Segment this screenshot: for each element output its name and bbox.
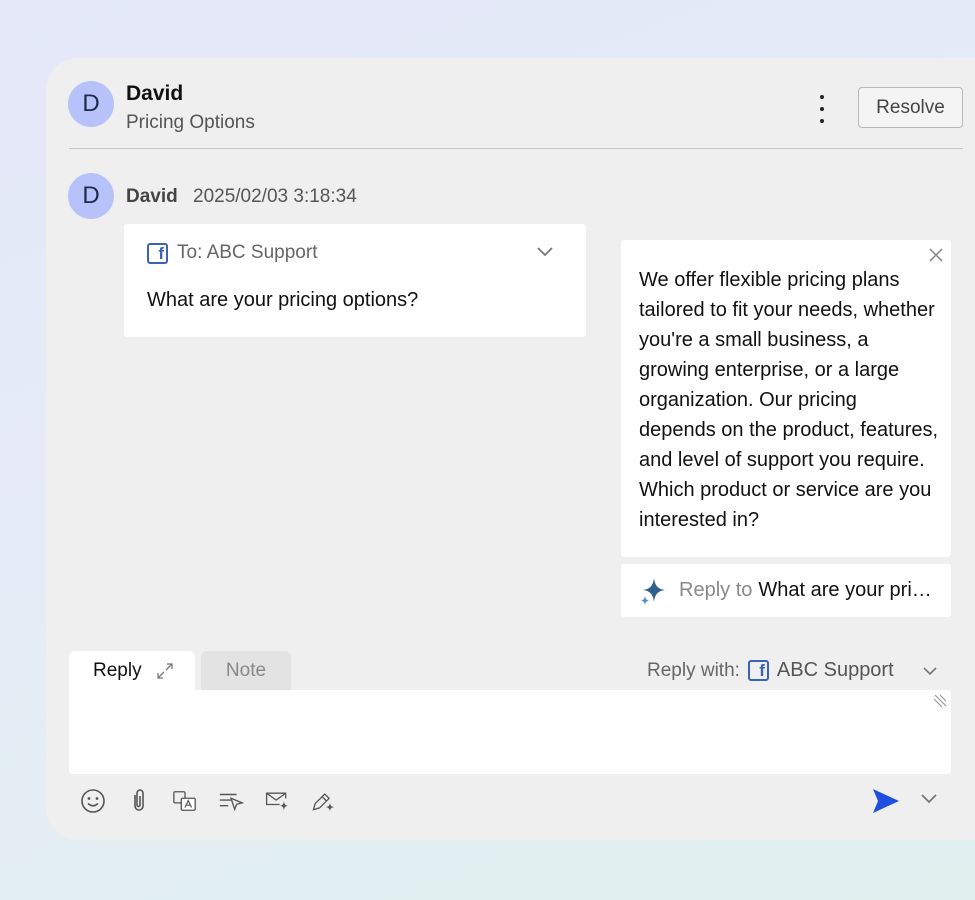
divider [69,148,963,149]
sparkle-icon [641,577,665,605]
sender-name: David [126,186,178,207]
tab-reply[interactable]: Reply [69,651,195,691]
message-recipient: f To: ABC Support [147,242,317,264]
facebook-icon: f [747,660,769,681]
to-label: To: ABC Support [177,242,318,263]
ai-mail-icon [265,792,289,811]
ai-suggestion-card[interactable]: We offer flexible pricing plans tailored… [621,240,951,557]
attach-button[interactable] [126,787,152,815]
reply-with-label: Reply with: [647,659,740,681]
message-card: f To: ABC Support What are your pricing … [124,224,586,337]
resize-grip-icon[interactable] [932,693,948,709]
reply-textarea[interactable] [69,690,951,774]
tab-note[interactable]: Note [201,651,291,690]
ai-reply-to-bar[interactable]: Reply to What are your pri… [621,564,951,617]
close-icon[interactable] [928,247,944,263]
send-button[interactable] [871,787,901,820]
sender-avatar: D [68,173,114,219]
reply-to-prefix: Reply to [679,579,753,601]
ai-edit-icon [312,793,335,812]
emoji-icon [81,789,105,813]
attachment-icon [134,789,144,811]
contact-name: David [126,82,184,105]
facebook-icon: f [147,242,168,264]
reply-to-quote: What are your pri… [758,579,932,601]
reply-with-value: ABC Support [776,659,894,681]
ai-suggestion-text: We offer flexible pricing plans tailored… [639,269,939,531]
emoji-button[interactable] [80,787,106,815]
chevron-down-icon[interactable] [536,246,554,258]
ai-mail-button[interactable] [264,787,290,815]
avatar: D [68,81,114,127]
message-timestamp: 2025/02/03 3:18:34 [193,186,357,207]
conversation-subject: Pricing Options [126,112,255,133]
reply-with-selector[interactable]: Reply with: f ABC Support [647,659,938,682]
chevron-down-icon[interactable] [920,793,938,805]
template-icon [219,793,244,812]
expand-icon[interactable] [156,662,174,680]
resolve-button[interactable]: Resolve [858,87,963,128]
more-options-button[interactable] [808,92,836,126]
template-button[interactable] [218,787,244,815]
kebab-vertical-icon [820,95,824,99]
send-icon [873,789,899,813]
translate-button[interactable] [172,787,198,815]
composer-toolbar [80,787,336,815]
chevron-down-icon[interactable] [922,666,938,676]
message-text: What are your pricing options? [147,289,419,311]
ai-edit-button[interactable] [310,787,336,815]
translate-icon [173,791,196,811]
tab-reply-label: Reply [93,660,142,681]
